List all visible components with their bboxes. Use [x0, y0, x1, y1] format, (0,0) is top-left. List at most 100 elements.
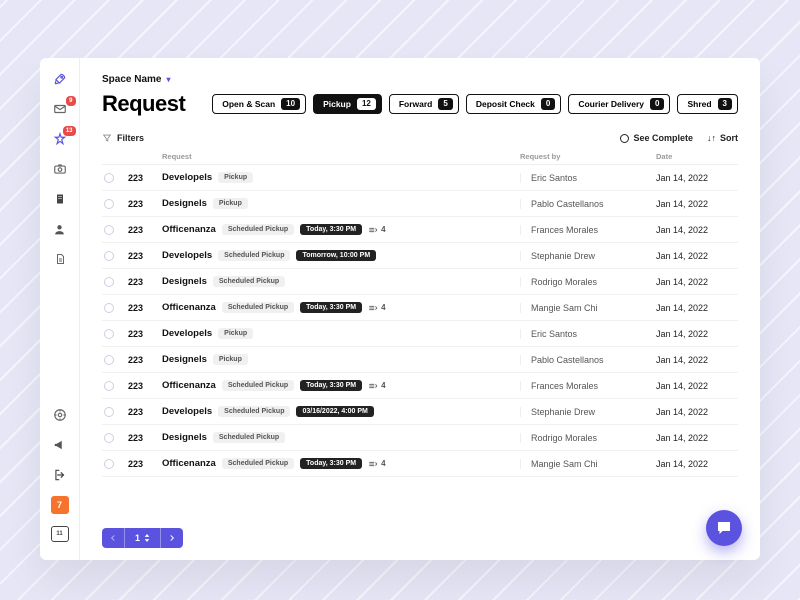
row-request-by: Eric Santos — [520, 173, 650, 183]
tab-courier-delivery[interactable]: Courier Delivery0 — [568, 94, 670, 114]
time-tag: Tomorrow, 10:00 PM — [296, 250, 376, 261]
row-select[interactable] — [104, 329, 114, 339]
row-select[interactable] — [104, 225, 114, 235]
pagination: 1 — [102, 528, 738, 548]
tag: Scheduled Pickup — [222, 224, 294, 235]
row-request-by: Pablo Castellanos — [520, 199, 650, 209]
bundle-count: 4 — [368, 225, 385, 234]
tab-count: 3 — [718, 98, 732, 110]
row-select[interactable] — [104, 251, 114, 261]
tab-label: Pickup — [323, 99, 351, 109]
tab-count: 12 — [357, 98, 376, 110]
row-request-by: Stephanie Drew — [520, 251, 650, 261]
sidebar: 9 13 7 11 — [40, 58, 80, 560]
tab-forward[interactable]: Forward5 — [389, 94, 459, 114]
nav-doc-icon[interactable] — [51, 250, 69, 268]
table-row[interactable]: 223OfficenanzaScheduled PickupToday, 3:3… — [102, 373, 738, 399]
tab-label: Shred — [687, 99, 711, 109]
space-selector[interactable]: Space Name ▾ — [102, 74, 738, 85]
nav-mail-icon[interactable]: 9 — [51, 100, 69, 118]
table-row[interactable]: 223DevelopelsScheduled PickupTomorrow, 1… — [102, 243, 738, 269]
nav-help-icon[interactable] — [51, 406, 69, 424]
filters-label: Filters — [117, 133, 144, 143]
nav-camera-icon[interactable] — [51, 160, 69, 178]
table-row[interactable]: 223DevelopelsPickupEric SantosJan 14, 20… — [102, 165, 738, 191]
row-select[interactable] — [104, 459, 114, 469]
row-date: Jan 14, 2022 — [656, 173, 736, 183]
tab-open-scan[interactable]: Open & Scan10 — [212, 94, 306, 114]
nav-activity-icon[interactable]: 13 — [51, 130, 69, 148]
table-row[interactable]: 223OfficenanzaScheduled PickupToday, 3:3… — [102, 217, 738, 243]
time-tag: Today, 3:30 PM — [300, 224, 362, 235]
sort-label: Sort — [720, 133, 738, 143]
tab-deposit-check[interactable]: Deposit Check0 — [466, 94, 562, 114]
row-request-by: Frances Morales — [520, 381, 650, 391]
space-name-label: Space Name — [102, 74, 161, 85]
nav-badge: 9 — [66, 96, 75, 106]
nav-megaphone-icon[interactable] — [51, 436, 69, 454]
table-row[interactable]: 223DesignelsPickupPablo CastellanosJan 1… — [102, 191, 738, 217]
current-page: 1 — [135, 533, 140, 543]
tab-shred[interactable]: Shred 3 — [677, 94, 738, 114]
row-id: 223 — [128, 355, 156, 365]
request-type-tabs: Open & Scan10 Pickup 12 Forward5 Deposit Che… — [212, 94, 738, 114]
logo-rocket-icon[interactable] — [51, 70, 69, 88]
next-page-button[interactable] — [161, 528, 183, 548]
row-select[interactable] — [104, 381, 114, 391]
chat-fab[interactable] — [706, 510, 742, 546]
row-select[interactable] — [104, 277, 114, 287]
nav-logout-icon[interactable] — [51, 466, 69, 484]
table-row[interactable]: 223DesignelsPickupPablo CastellanosJan 1… — [102, 347, 738, 373]
row-name: Officenanza — [162, 458, 216, 469]
tab-pickup[interactable]: Pickup 12 — [313, 94, 382, 114]
table-row[interactable]: 223DesignelsScheduled PickupRodrigo Mora… — [102, 269, 738, 295]
see-complete-toggle[interactable]: See Complete — [620, 133, 693, 143]
tab-count: 10 — [281, 98, 300, 110]
row-select[interactable] — [104, 407, 114, 417]
row-request: OfficenanzaScheduled PickupToday, 3:30 P… — [162, 302, 514, 313]
bundle-count: 4 — [368, 303, 385, 312]
page-title: Request — [102, 91, 185, 117]
row-date: Jan 14, 2022 — [656, 225, 736, 235]
row-select[interactable] — [104, 433, 114, 443]
nav-app-icon[interactable]: 7 — [51, 496, 69, 514]
tag: Pickup — [218, 328, 253, 339]
row-name: Designels — [162, 198, 207, 209]
tag: Scheduled Pickup — [213, 276, 285, 287]
time-tag: Today, 3:30 PM — [300, 380, 362, 391]
row-request-by: Mangie Sam Chi — [520, 459, 650, 469]
row-select[interactable] — [104, 199, 114, 209]
row-id: 223 — [128, 459, 156, 469]
row-request-by: Mangie Sam Chi — [520, 303, 650, 313]
row-date: Jan 14, 2022 — [656, 251, 736, 261]
table-row[interactable]: 223DevelopelsScheduled Pickup03/16/2022,… — [102, 399, 738, 425]
row-name: Designels — [162, 432, 207, 443]
row-name: Officenanza — [162, 224, 216, 235]
table-row[interactable]: 223DesignelsScheduled PickupRodrigo Mora… — [102, 425, 738, 451]
nav-user-icon[interactable] — [51, 220, 69, 238]
row-date: Jan 14, 2022 — [656, 459, 736, 469]
row-select[interactable] — [104, 355, 114, 365]
sort-button[interactable]: ↓↑ Sort — [707, 133, 738, 143]
filters-button[interactable]: Filters — [102, 133, 144, 143]
col-date: Date — [656, 152, 736, 161]
row-request-by: Frances Morales — [520, 225, 650, 235]
table-row[interactable]: 223DevelopelsPickupEric SantosJan 14, 20… — [102, 321, 738, 347]
row-select[interactable] — [104, 303, 114, 313]
prev-page-button[interactable] — [102, 528, 124, 548]
table-row[interactable]: 223OfficenanzaScheduled PickupToday, 3:3… — [102, 295, 738, 321]
nav-counter-icon[interactable]: 11 — [51, 526, 69, 542]
row-id: 223 — [128, 329, 156, 339]
row-select[interactable] — [104, 173, 114, 183]
row-request: DevelopelsPickup — [162, 328, 514, 339]
tag: Pickup — [213, 198, 248, 209]
row-request-by: Rodrigo Morales — [520, 277, 650, 287]
page-indicator[interactable]: 1 — [124, 528, 161, 548]
row-date: Jan 14, 2022 — [656, 407, 736, 417]
tab-label: Deposit Check — [476, 99, 535, 109]
row-request-by: Eric Santos — [520, 329, 650, 339]
nav-badge: 13 — [63, 126, 76, 136]
requests-table: Request Request by Date 223DevelopelsPic… — [102, 149, 738, 518]
nav-building-icon[interactable] — [51, 190, 69, 208]
table-row[interactable]: 223OfficenanzaScheduled PickupToday, 3:3… — [102, 451, 738, 477]
